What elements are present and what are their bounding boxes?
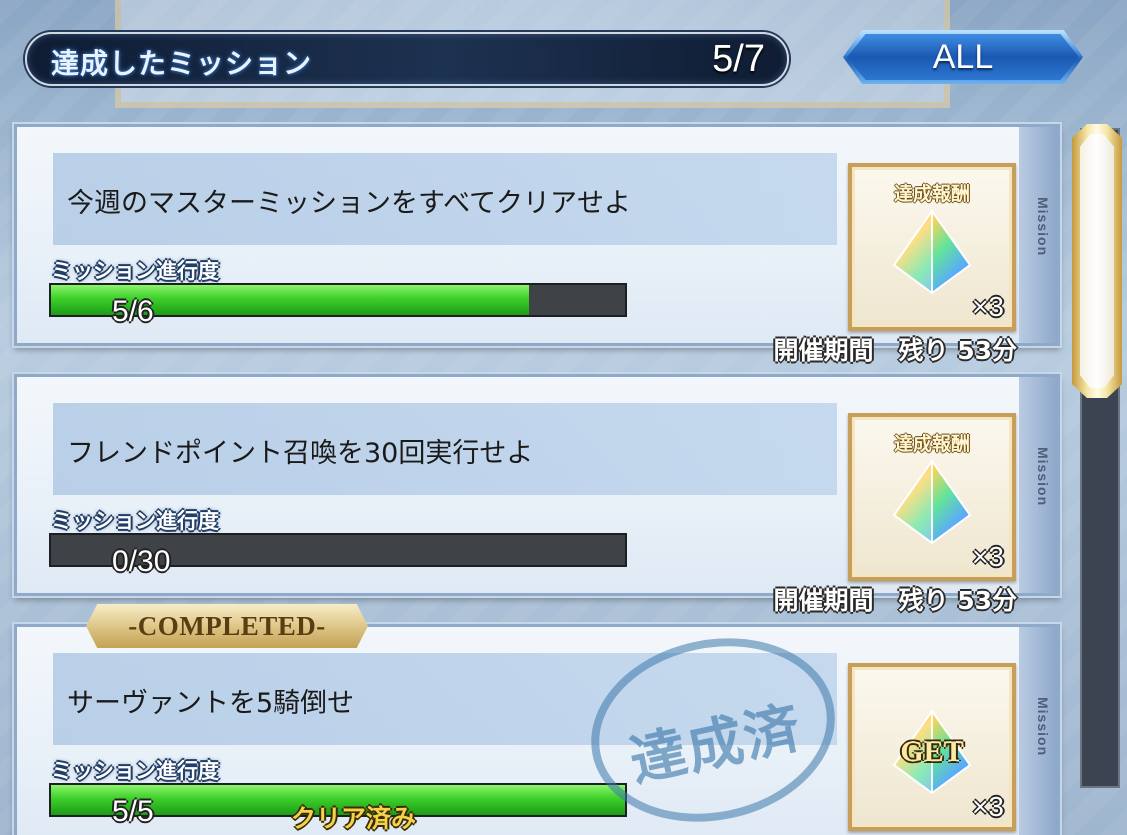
card-edge-label: Mission <box>1035 447 1051 507</box>
completed-banner: -COMPLETED- <box>86 604 368 648</box>
progress-label: ミッション進行度 <box>51 259 219 283</box>
cleared-label: クリア済み <box>291 804 417 833</box>
header-title: 達成したミッション <box>51 47 313 80</box>
card-edge: Mission <box>1019 627 1057 835</box>
reward-title: 達成報酬 <box>893 183 970 205</box>
card-edge: Mission <box>1019 377 1057 593</box>
card-edge-label: Mission <box>1035 697 1051 757</box>
completed-label: -COMPLETED- <box>128 610 326 641</box>
mission-count: 5/7 <box>712 38 765 80</box>
mission-card-1[interactable]: Mission 今週のマスターミッションをすべてクリアせよ ミッション進行度 5… <box>14 124 1060 365</box>
reward-box[interactable]: GET ×3 <box>848 663 1016 831</box>
scrollbar-thumb-inner <box>1080 134 1114 388</box>
reward-quantity: ×3 <box>972 291 1004 322</box>
achieved-stamp-text: 達成済 <box>624 695 809 796</box>
progress-value: 5/6 <box>112 295 154 328</box>
reward-box[interactable]: 達成報酬 ×3 <box>848 163 1016 331</box>
reward-box[interactable]: 達成報酬 ×3 <box>848 413 1016 581</box>
reward-quantity: ×3 <box>972 791 1004 822</box>
progress-value: 5/5 <box>112 795 154 828</box>
mission-text: サーヴァントを5騎倒せ <box>67 688 355 719</box>
reward-quantity: ×3 <box>972 541 1004 572</box>
progress-value: 0/30 <box>112 545 171 578</box>
filter-all-button[interactable]: ALL <box>843 30 1083 84</box>
saint-quartz-icon <box>892 459 972 545</box>
event-period: 開催期間 残り 53分 <box>773 586 1018 615</box>
reward-title: 達成報酬 <box>893 433 970 455</box>
event-period: 開催期間 残り 53分 <box>773 336 1018 365</box>
reward-get-label: GET <box>900 735 964 768</box>
filter-all-label: ALL <box>932 37 994 76</box>
mission-card-3[interactable]: Mission サーヴァントを5騎倒せ ミッション進行度 5/5 クリア済み G… <box>14 624 1060 835</box>
mission-card-2[interactable]: Mission フレンドポイント召喚を30回実行せよ ミッション進行度 0/30… <box>14 374 1060 615</box>
mission-text: 今週のマスターミッションをすべてクリアせよ <box>67 188 632 219</box>
progress-label: ミッション進行度 <box>51 509 219 533</box>
missions-header: 達成したミッション 5/7 <box>25 32 789 86</box>
mission-text: フレンドポイント召喚を30回実行せよ <box>67 438 534 469</box>
card-edge-label: Mission <box>1035 197 1051 257</box>
card-edge: Mission <box>1019 127 1057 343</box>
progress-label: ミッション進行度 <box>51 759 219 783</box>
saint-quartz-icon <box>892 209 972 295</box>
